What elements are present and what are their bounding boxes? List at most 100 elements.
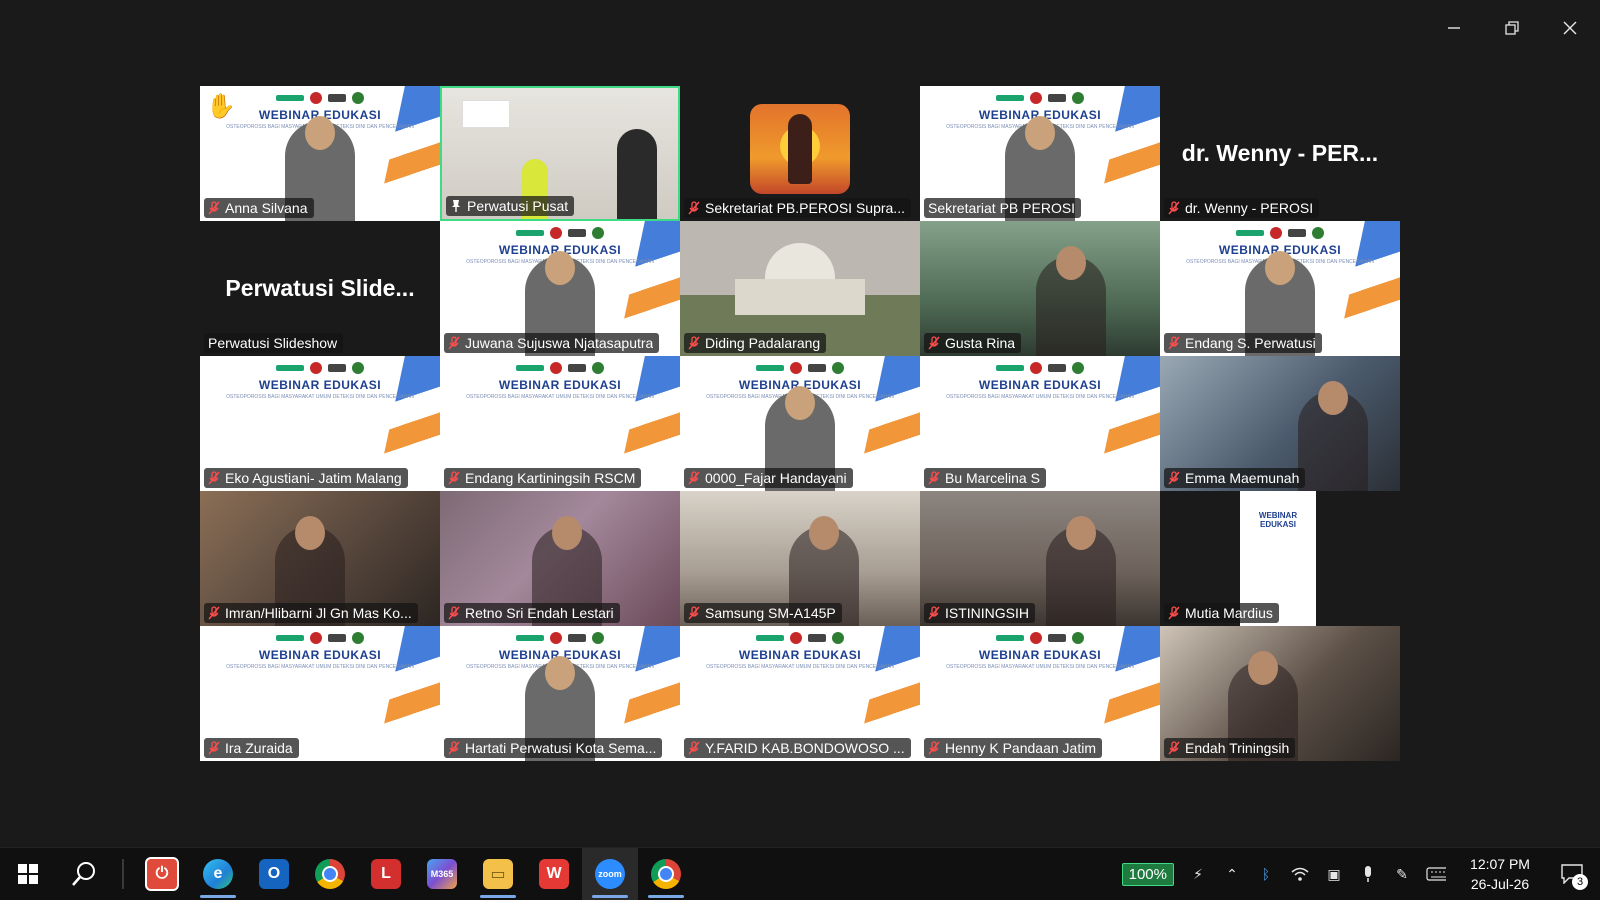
webinar-subtitle: OSTEOPOROSIS BAGI MASYARAKAT UMUM DETEKS…	[226, 394, 414, 400]
banner-stripe	[852, 356, 920, 491]
webinar-subtitle: OSTEOPOROSIS BAGI MASYARAKAT UMUM DETEKS…	[946, 394, 1134, 400]
participant-tile[interactable]: WEBINAR EDUKASI OSTEOPOROSIS BAGI MASYARA…	[440, 626, 680, 761]
participant-head	[1066, 516, 1096, 550]
microphone-icon[interactable]	[1358, 864, 1378, 884]
banner-stripe	[1332, 221, 1400, 356]
participant-tile[interactable]: Perwatusi Pusat	[440, 86, 680, 221]
participant-tile[interactable]: Imran/Hlibarni Jl Gn Mas Ko...	[200, 491, 440, 626]
participant-name: Retno Sri Endah Lestari	[465, 605, 614, 621]
power-plug-icon[interactable]: ⚡	[1188, 864, 1208, 884]
restore-icon[interactable]	[1496, 14, 1528, 42]
participant-tile[interactable]: WEBINAR EDUKASI OSTEOPOROSIS BAGI MASYARA…	[440, 221, 680, 356]
webinar-subtitle: OSTEOPOROSIS BAGI MASYARAKAT UMUM DETEKS…	[946, 664, 1134, 670]
outlook-icon[interactable]: O	[246, 848, 302, 900]
banner-stripe	[1092, 86, 1160, 221]
participant-name-label: Sekretariat PB.PEROSI Supra...	[684, 198, 911, 218]
participant-tile[interactable]: WEBINAR EDUKASI Mutia Mardius	[1160, 491, 1400, 626]
participant-tile[interactable]: Endah Triningsih	[1160, 626, 1400, 761]
webinar-title: WEBINAR EDUKASI	[978, 648, 1102, 662]
participant-head	[1025, 116, 1055, 150]
participant-head	[295, 516, 325, 550]
minimize-icon[interactable]	[1438, 14, 1470, 42]
participant-name: Sekretariat PB PEROSI	[928, 200, 1076, 216]
m365-icon[interactable]: M365	[414, 848, 470, 900]
participant-tile[interactable]: WEBINAR EDUKASI OSTEOPOROSIS BAGI MASYARA…	[200, 626, 440, 761]
device-icon[interactable]: ▣	[1324, 864, 1344, 884]
sponsor-logos	[516, 632, 604, 644]
participant-name: ISTININGSIH	[945, 605, 1030, 621]
participant-tile[interactable]: WEBINAR EDUKASI OSTEOPOROSIS BAGI MASYARA…	[920, 626, 1160, 761]
mic-muted-icon	[688, 201, 700, 215]
taskbar-separator	[122, 859, 124, 889]
mic-muted-icon	[448, 336, 460, 350]
participant-display-name: dr. Wenny - PER...	[1181, 140, 1379, 166]
participant-tile[interactable]: Retno Sri Endah Lestari	[440, 491, 680, 626]
participant-name-label: Perwatusi Pusat	[446, 196, 575, 216]
notification-center-icon[interactable]: 3	[1554, 856, 1590, 892]
participant-name: Eko Agustiani- Jatim Malang	[225, 470, 402, 486]
participant-tile[interactable]: WEBINAR EDUKASI OSTEOPOROSIS BAGI MASYARA…	[200, 356, 440, 491]
notification-count-badge: 3	[1572, 874, 1588, 890]
zoom-icon[interactable]: zoom	[582, 848, 638, 900]
bluetooth-icon[interactable]: ᛒ	[1256, 864, 1276, 884]
participant-tile[interactable]: WEBINAR EDUKASI OSTEOPOROSIS BAGI MASYARA…	[1160, 221, 1400, 356]
wifi-icon[interactable]	[1290, 864, 1310, 884]
participant-name: Sekretariat PB.PEROSI Supra...	[705, 200, 905, 216]
participant-tile[interactable]: Diding Padalarang	[680, 221, 920, 356]
mic-muted-icon	[208, 201, 220, 215]
participant-tile[interactable]: WEBINAR EDUKASI OSTEOPOROSIS BAGI MASYARA…	[440, 356, 680, 491]
wps-icon[interactable]: W	[526, 848, 582, 900]
participant-tile[interactable]: Sekretariat PB.PEROSI Supra...	[680, 86, 920, 221]
participant-tile[interactable]: WEBINAR EDUKASI OSTEOPOROSIS BAGI MASYARA…	[920, 356, 1160, 491]
participant-name: Endang S. Perwatusi	[1185, 335, 1316, 351]
mic-muted-icon	[448, 471, 460, 485]
window-controls	[1438, 14, 1586, 42]
participant-head	[552, 516, 582, 550]
taskbar-clock[interactable]: 12:07 PM 26-Jul-26	[1460, 854, 1540, 894]
participant-tile[interactable]: Perwatusi Slide... Perwatusi Slideshow	[200, 221, 440, 356]
mic-muted-icon	[448, 741, 460, 755]
mic-muted-icon	[1168, 741, 1180, 755]
search-icon[interactable]	[56, 848, 112, 900]
yoga-logo-icon	[750, 104, 850, 194]
banner-stripe	[1092, 626, 1160, 761]
app-red-power-icon[interactable]: ⏻	[134, 848, 190, 900]
participant-head	[809, 516, 839, 550]
battery-indicator[interactable]: 100%	[1121, 862, 1174, 886]
participant-head	[1248, 651, 1278, 685]
raised-hand-icon: ✋	[206, 93, 236, 120]
participant-video	[617, 129, 657, 219]
participant-tile[interactable]: WEBINAR EDUKASI OSTEOPOROSIS BAGI MASYARA…	[200, 86, 440, 221]
participant-tile[interactable]: Gusta Rina	[920, 221, 1160, 356]
start-icon[interactable]	[0, 848, 56, 900]
webinar-title: WEBINAR EDUKASI	[1258, 511, 1298, 529]
edge-icon[interactable]: e	[190, 848, 246, 900]
participant-name-label: Gusta Rina	[924, 333, 1022, 353]
participant-head	[1318, 381, 1348, 415]
file-explorer-icon[interactable]: ▭	[470, 848, 526, 900]
l-app-icon[interactable]: L	[358, 848, 414, 900]
show-hidden-icons-icon[interactable]: ⌃	[1222, 864, 1242, 884]
participant-tile[interactable]: Emma Maemunah	[1160, 356, 1400, 491]
chrome-icon[interactable]	[302, 848, 358, 900]
participant-tile[interactable]: WEBINAR EDUKASI OSTEOPOROSIS BAGI MASYARA…	[920, 86, 1160, 221]
chrome-profile-icon[interactable]	[638, 848, 694, 900]
participant-name: Endah Triningsih	[1185, 740, 1290, 756]
participant-name: Perwatusi Pusat	[467, 198, 569, 214]
participant-name: Y.FARID KAB.BONDOWOSO ...	[705, 740, 905, 756]
participant-tile[interactable]: ISTININGSIH	[920, 491, 1160, 626]
participant-head	[1056, 246, 1086, 280]
participant-head	[545, 251, 575, 285]
keyboard-icon[interactable]	[1426, 864, 1446, 884]
participant-name: Juwana Sujuswa Njatasaputra	[465, 335, 654, 351]
participant-tile[interactable]: Samsung SM-A145P	[680, 491, 920, 626]
participant-name-label: Retno Sri Endah Lestari	[444, 603, 620, 623]
participant-tile[interactable]: WEBINAR EDUKASI OSTEOPOROSIS BAGI MASYARA…	[680, 356, 920, 491]
participant-tile[interactable]: WEBINAR EDUKASI OSTEOPOROSIS BAGI MASYARA…	[680, 626, 920, 761]
pen-icon[interactable]: ✎	[1392, 864, 1412, 884]
close-icon[interactable]	[1554, 14, 1586, 42]
participant-tile[interactable]: dr. Wenny - PER... dr. Wenny - PEROSI	[1160, 86, 1400, 221]
participant-name-label: Endang Kartiningsih RSCM	[444, 468, 642, 488]
participant-name-label: Ira Zuraida	[204, 738, 299, 758]
participant-name: Hartati Perwatusi Kota Sema...	[465, 740, 657, 756]
